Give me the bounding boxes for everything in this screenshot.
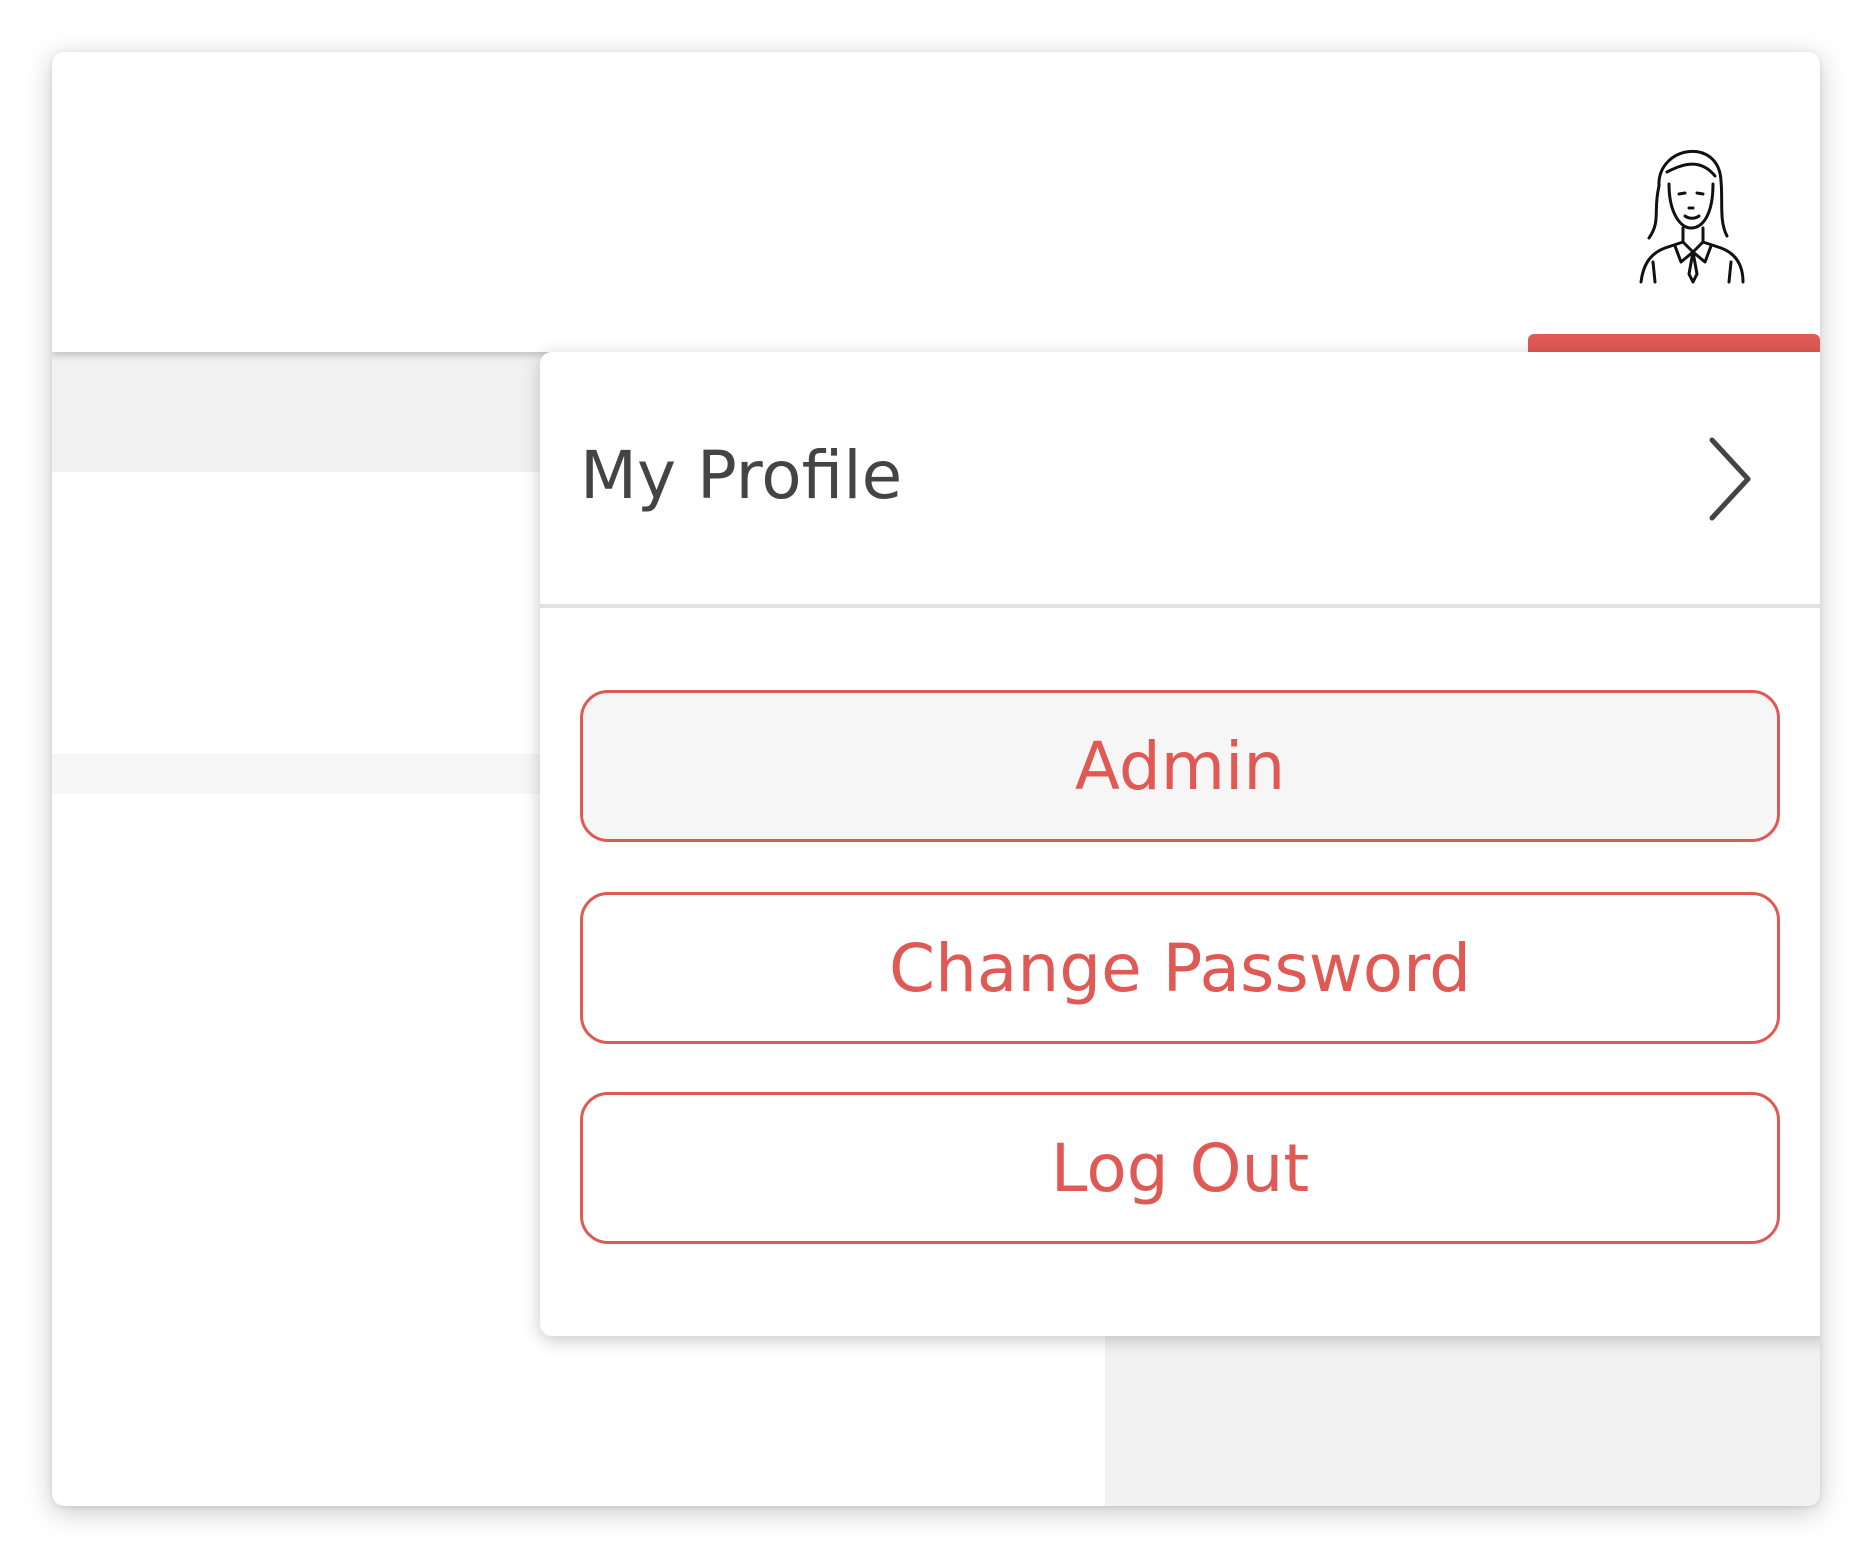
log-out-button-label: Log Out — [1050, 1129, 1310, 1207]
app-window: My Profile Admin Change Password Log Out — [52, 52, 1820, 1506]
avatar-active-indicator — [1528, 334, 1820, 352]
menu-divider — [540, 604, 1820, 608]
change-password-button-label: Change Password — [889, 929, 1471, 1007]
my-profile-label: My Profile — [580, 437, 903, 514]
admin-button[interactable]: Admin — [580, 690, 1780, 842]
log-out-button[interactable]: Log Out — [580, 1092, 1780, 1244]
woman-avatar-icon[interactable] — [1619, 126, 1759, 286]
my-profile-item[interactable]: My Profile — [540, 352, 1820, 604]
top-header — [52, 52, 1820, 352]
admin-button-label: Admin — [1074, 727, 1286, 805]
user-dropdown-menu: My Profile Admin Change Password Log Out — [540, 352, 1820, 1336]
chevron-right-icon — [1709, 437, 1751, 521]
change-password-button[interactable]: Change Password — [580, 892, 1780, 1044]
